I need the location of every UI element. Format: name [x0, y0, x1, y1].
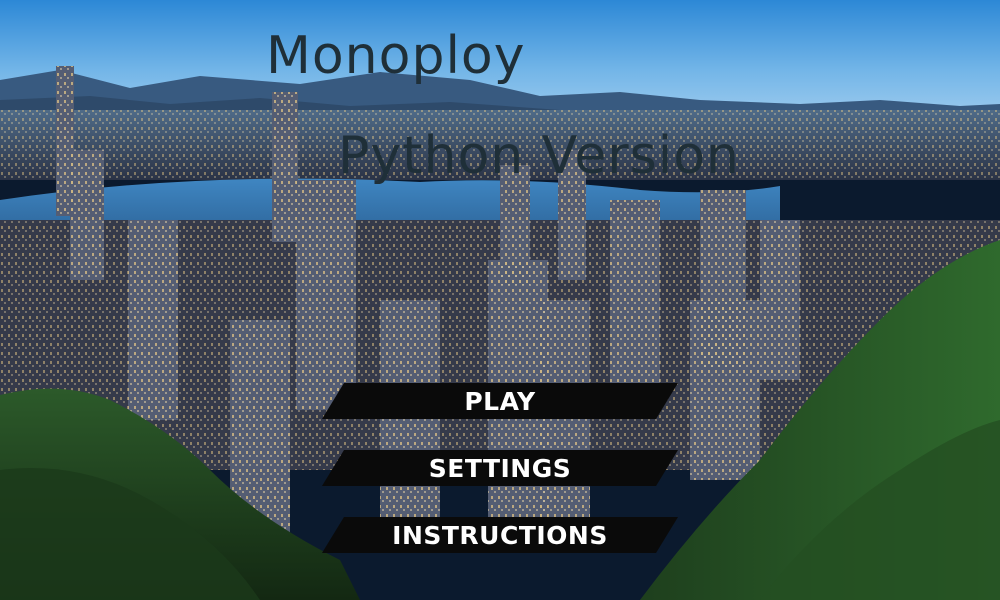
game-title-line-2: Python Version	[338, 126, 740, 186]
instructions-button-label: INSTRUCTIONS	[392, 520, 608, 550]
city-skyline-background	[0, 0, 1000, 600]
settings-button-label: SETTINGS	[428, 453, 572, 483]
play-button[interactable]: PLAY	[322, 383, 678, 419]
settings-button[interactable]: SETTINGS	[322, 450, 678, 486]
main-menu-screen: Monoploy Python Version PLAY SETTINGS IN…	[0, 0, 1000, 600]
play-button-label: PLAY	[464, 386, 536, 416]
game-title-line-1: Monoploy	[266, 26, 526, 86]
instructions-button[interactable]: INSTRUCTIONS	[322, 517, 678, 553]
